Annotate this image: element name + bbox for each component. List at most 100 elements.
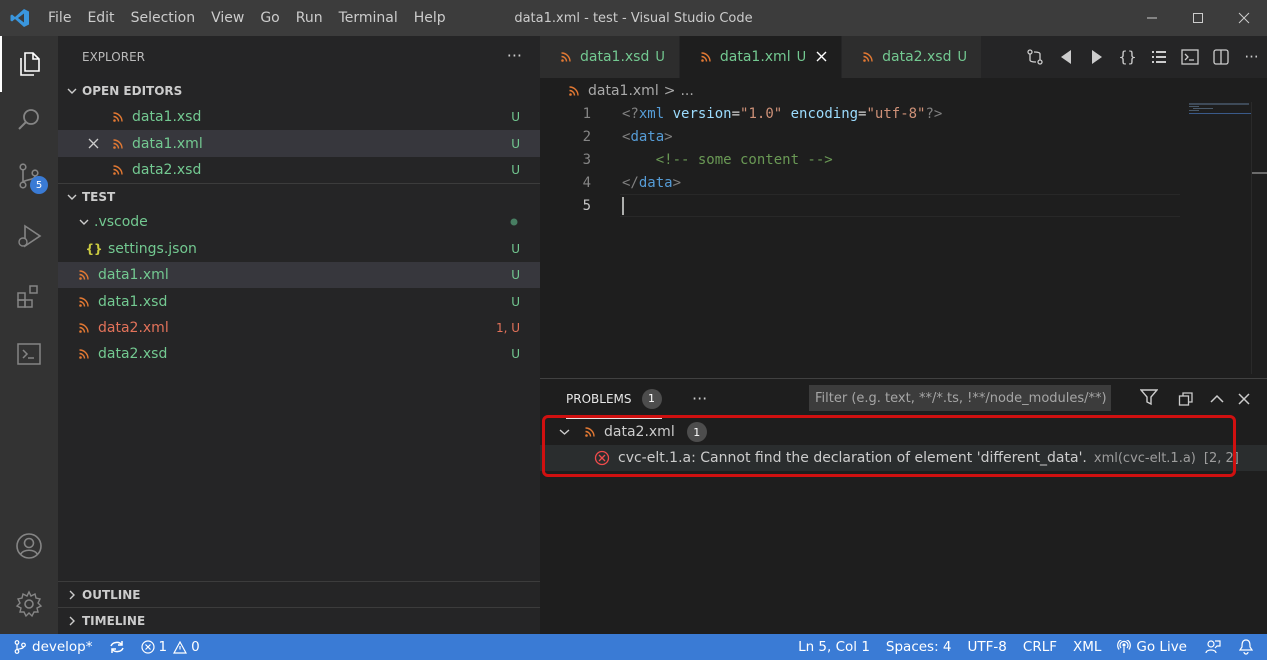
code-line: 1 <?xml version="1.0" encoding="utf-8"?> (540, 102, 1267, 125)
problem-file-name: data2.xml (604, 424, 675, 440)
status-bar: develop* 1 0 Ln 5, Col 1 Spaces: 4 UTF-8… (0, 634, 1267, 660)
editor-tabs: data1.xsd U data1.xml U data2.xsd U {} ·… (540, 36, 1267, 78)
line-content: <!-- some content --> (622, 151, 833, 168)
problems-count-badge: 1 (641, 388, 662, 409)
menu-view[interactable]: View (203, 0, 252, 36)
end-of-line[interactable]: CRLF (1015, 634, 1065, 660)
split-editor-icon[interactable] (1205, 36, 1236, 78)
open-editors-title: OPEN EDITORS (82, 84, 183, 98)
branch-status[interactable]: develop* (0, 634, 101, 660)
remote-explorer-icon[interactable] (0, 326, 58, 382)
line-number: 2 (582, 128, 591, 145)
tree-item-file[interactable]: data2.xsd U (58, 341, 540, 367)
copy-icon[interactable] (1174, 387, 1198, 411)
git-status: 1, U (495, 320, 520, 335)
go-live-button[interactable]: Go Live (1109, 634, 1195, 660)
indentation[interactable]: Spaces: 4 (878, 634, 960, 660)
menu-file[interactable]: File (40, 0, 79, 36)
minimap[interactable] (1189, 102, 1251, 122)
close-icon[interactable] (816, 48, 827, 66)
close-panel-icon[interactable] (1232, 387, 1256, 411)
chevron-down-icon (556, 427, 572, 437)
source-control-icon[interactable]: 5 (0, 148, 58, 204)
menu-selection[interactable]: Selection (123, 0, 204, 36)
tree-item-file[interactable]: {} settings.json U (58, 236, 540, 262)
tab-problems[interactable]: PROBLEMS 1 (566, 379, 662, 419)
open-editor-item[interactable]: data2.xsd U (58, 157, 540, 183)
explorer-icon[interactable] (0, 36, 58, 92)
tab-status: U (655, 49, 665, 65)
folder-section[interactable]: TEST (58, 183, 540, 209)
problem-source: xml(cvc-elt.1.a) (1093, 450, 1196, 466)
filter-icon[interactable] (1139, 388, 1159, 410)
tree-item-file[interactable]: data1.xml U (58, 261, 540, 289)
tree-item-label: data1.xml (98, 267, 169, 284)
git-status: U (511, 241, 520, 256)
git-status: U (511, 110, 520, 125)
menu-help[interactable]: Help (406, 0, 454, 36)
extensions-icon[interactable] (0, 268, 58, 324)
accounts-icon[interactable] (0, 518, 58, 574)
sync-icon[interactable] (101, 634, 133, 660)
chevron-up-icon[interactable] (1205, 387, 1229, 411)
tab-data1-xsd[interactable]: data1.xsd U (540, 36, 680, 78)
panel-more-button[interactable]: ··· (692, 389, 707, 408)
file-encoding[interactable]: UTF-8 (960, 634, 1015, 660)
open-editor-item[interactable]: data1.xml U (58, 130, 540, 157)
line-content: <data> (622, 128, 673, 145)
language-mode[interactable]: XML (1065, 634, 1109, 660)
notifications-bell-icon[interactable] (1231, 634, 1267, 660)
tab-data1-xml[interactable]: data1.xml U (679, 36, 843, 78)
minimize-button[interactable] (1129, 0, 1175, 36)
modified-dot-icon (510, 215, 518, 229)
chevron-down-icon (76, 217, 92, 227)
menu-go[interactable]: Go (252, 0, 287, 36)
problems-filter-input[interactable]: Filter (e.g. text, **/*.ts, !**/node_mod… (809, 385, 1111, 411)
code-editor[interactable]: 1 <?xml version="1.0" encoding="utf-8"?>… (540, 102, 1267, 374)
settings-gear-icon[interactable] (0, 576, 58, 632)
open-editors-section[interactable]: OPEN EDITORS (58, 78, 540, 104)
close-window-button[interactable] (1221, 0, 1267, 36)
tree-item-file[interactable]: data1.xsd U (58, 288, 540, 314)
outline-section[interactable]: OUTLINE (58, 581, 540, 607)
outline-title: OUTLINE (82, 587, 141, 602)
tree-item-folder[interactable]: .vscode (58, 209, 540, 235)
problems-tab-label: PROBLEMS (566, 391, 632, 406)
maximize-button[interactable] (1175, 0, 1221, 36)
timeline-section[interactable]: TIMELINE (58, 607, 540, 633)
git-status: U (511, 347, 520, 362)
problems-status[interactable]: 1 0 (133, 634, 208, 660)
menu-edit[interactable]: Edit (79, 0, 122, 36)
feedback-icon[interactable] (1195, 634, 1231, 660)
search-icon[interactable] (0, 92, 58, 148)
run-debug-icon[interactable] (0, 208, 58, 264)
cursor-position[interactable]: Ln 5, Col 1 (790, 634, 878, 660)
next-change-icon[interactable] (1081, 36, 1112, 78)
timeline-title: TIMELINE (82, 613, 146, 628)
chevron-down-icon (64, 192, 80, 202)
list-icon[interactable] (1143, 36, 1174, 78)
close-icon[interactable] (88, 138, 110, 149)
menu-run[interactable]: Run (288, 0, 331, 36)
tab-data2-xsd[interactable]: data2.xsd U (842, 36, 982, 78)
previous-change-icon[interactable] (1050, 36, 1081, 78)
problem-row[interactable]: cvc-elt.1.a: Cannot find the declaration… (540, 445, 1267, 471)
braces-icon[interactable]: {} (1112, 36, 1143, 78)
problem-file-row[interactable]: data2.xml 1 (540, 419, 1267, 445)
open-editor-label: data1.xml (132, 135, 203, 152)
breadcrumb-file[interactable]: data1.xml (588, 83, 659, 99)
code-line: 3 <!-- some content --> (540, 148, 1267, 171)
breadcrumb-symbol[interactable]: ... (680, 83, 693, 99)
more-actions-icon[interactable]: ··· (1236, 36, 1267, 78)
editor-scrollbar[interactable] (1251, 102, 1267, 374)
explorer-more-button[interactable]: ··· (507, 46, 522, 65)
menu-bar: File Edit Selection View Go Run Terminal… (40, 0, 454, 36)
tree-item-file[interactable]: data2.xml 1, U (58, 315, 540, 341)
vscode-logo-icon[interactable] (0, 0, 40, 36)
compare-changes-icon[interactable] (1019, 36, 1050, 78)
terminal-preview-icon[interactable] (1174, 36, 1205, 78)
breadcrumb-separator: > (663, 83, 676, 99)
open-editor-item[interactable]: data1.xsd U (58, 104, 540, 130)
menu-terminal[interactable]: Terminal (331, 0, 406, 36)
tree-item-label: data2.xml (98, 319, 169, 336)
